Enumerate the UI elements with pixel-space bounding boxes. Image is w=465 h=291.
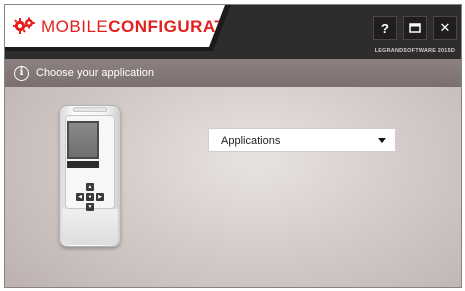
page-subtitle: Choose your application [36,67,155,79]
device-key-left: ◀ [76,193,84,201]
maximize-button[interactable] [403,16,427,40]
application-select[interactable]: Applications [208,128,396,152]
maximize-icon [409,23,421,33]
application-select-value: Applications [221,135,281,147]
title-bar: MOBILECONFIGURATOR ? ✕ LEGRANDSOFTWARE 2… [5,5,461,59]
device-screen [67,121,99,159]
device-screen-strip [67,161,99,168]
device-key-right: ▶ [96,193,104,201]
device-top-lip [73,107,107,112]
caret-down-icon [378,138,386,143]
device-key-up: ▲ [86,183,94,191]
remote-programmer-device-image: ▲ ◀ ● ▶ ▼ [59,105,121,247]
version-label: LEGRANDSOFTWARE 2015D [374,48,455,54]
app-title-bold: CONFIGURATOR [108,17,252,36]
close-button[interactable]: ✕ [433,16,457,40]
info-icon: i [14,66,29,81]
help-button[interactable]: ? [373,16,397,40]
device-key-down: ▼ [86,203,94,211]
app-title-light: MOBILE [41,17,109,36]
gear-logo-icon [13,17,35,34]
device-base [62,209,118,245]
brand-panel: MOBILECONFIGURATOR [5,5,225,47]
app-window: MOBILECONFIGURATOR ? ✕ LEGRANDSOFTWARE 2… [4,4,462,288]
subtitle-bar: i Choose your application [5,59,461,87]
device-key-ok: ● [86,193,94,201]
